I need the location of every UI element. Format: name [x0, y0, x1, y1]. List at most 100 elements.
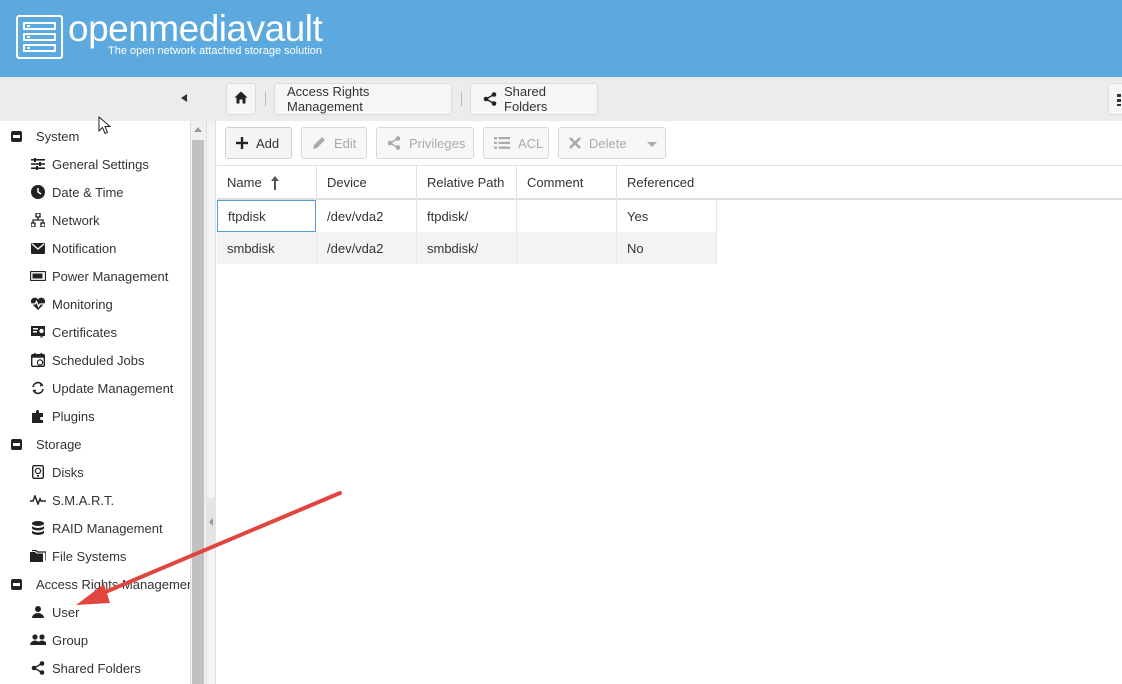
certificate-icon [30, 324, 46, 340]
column-header-label: Name [227, 175, 262, 190]
nav-item-certificates[interactable]: Certificates [30, 318, 117, 346]
nav-item-label: General Settings [52, 156, 149, 172]
edit-button[interactable]: Edit [301, 127, 367, 159]
nav-item-label: Plugins [52, 408, 95, 424]
pulse-icon [30, 492, 46, 508]
privileges-button-label: Privileges [409, 135, 466, 151]
nav-item-label: User [52, 604, 80, 620]
nav-item-monitoring[interactable]: Monitoring [30, 290, 113, 318]
home-button[interactable] [226, 83, 256, 115]
user-icon [30, 604, 46, 620]
users-icon [30, 632, 46, 648]
column-header-label: Comment [527, 175, 584, 190]
column-header-device[interactable]: Device [317, 165, 417, 200]
nav-item-update-management[interactable]: Update Management [30, 374, 173, 402]
nav-item-label: RAID Management [52, 520, 163, 536]
nav-item-label: File Systems [52, 548, 127, 564]
nav-item-shared-folders[interactable]: Shared Folders [30, 654, 141, 682]
cell-comment[interactable] [517, 232, 617, 264]
cell-name[interactable]: smbdisk [217, 232, 317, 264]
breadcrumb-separator [461, 92, 462, 106]
nav-item-label: Power Management [52, 268, 169, 284]
nav-item-raid-management[interactable]: RAID Management [30, 514, 163, 542]
plus-icon [236, 137, 248, 149]
share-icon [483, 92, 497, 106]
column-header-comment[interactable]: Comment [517, 165, 617, 200]
add-button-label: Add [256, 135, 280, 151]
brand-tagline: The open network attached storage soluti… [108, 45, 323, 57]
collapse-minus-icon[interactable] [8, 128, 24, 144]
nav-item-label: Group [52, 632, 89, 648]
nav-item-user[interactable]: User [30, 598, 79, 626]
folders-icon [30, 548, 46, 564]
nav-group-label: Storage [36, 436, 82, 452]
sort-ascending-icon [270, 175, 280, 190]
edit-button-label: Edit [334, 135, 357, 151]
sliders-icon [30, 156, 46, 172]
nav-group-access-rights[interactable]: Access Rights Management [8, 570, 190, 598]
nav-item-scheduled-jobs[interactable]: Scheduled Jobs [30, 346, 145, 374]
cell-device[interactable]: /dev/vda2 [317, 200, 417, 232]
column-header-relative-path[interactable]: Relative Path [417, 165, 517, 200]
cell-device[interactable]: /dev/vda2 [317, 232, 417, 264]
nav-item-disks[interactable]: Disks [30, 458, 84, 486]
breadcrumb-item-access-rights[interactable]: Access Rights Management [274, 83, 452, 115]
panel-splitter[interactable] [206, 121, 216, 684]
app-header: openmediavault The open network attached… [0, 0, 1122, 77]
column-header-name[interactable]: Name [217, 165, 317, 200]
nav-item-label: Scheduled Jobs [52, 352, 145, 368]
nav-group-storage[interactable]: Storage [8, 430, 82, 458]
scrollbar-thumb[interactable] [192, 140, 204, 684]
nav-item-general-settings[interactable]: General Settings [30, 150, 149, 178]
breadcrumb-separator [265, 92, 266, 106]
collapse-minus-icon[interactable] [8, 576, 24, 592]
nav-group-system[interactable]: System [8, 122, 79, 150]
nav-item-label: Shared Folders [52, 660, 141, 676]
share-icon [387, 136, 401, 150]
nav-item-date-time[interactable]: Date & Time [30, 178, 124, 206]
column-header-referenced[interactable]: Referenced [617, 165, 717, 200]
delete-dropdown-chevron-down-icon[interactable] [638, 127, 666, 159]
envelope-icon [30, 240, 46, 256]
nav-item-power-management[interactable]: Power Management [30, 262, 168, 290]
cell-relative-path[interactable]: ftpdisk/ [417, 200, 517, 232]
breadcrumb-label: Access Rights Management [287, 84, 370, 114]
nav-item-notification[interactable]: Notification [30, 234, 116, 262]
add-button[interactable]: Add [225, 127, 292, 159]
cell-referenced[interactable]: Yes [617, 200, 717, 232]
brand-name: openmediavault [68, 8, 323, 49]
nav-item-plugins[interactable]: Plugins [30, 402, 95, 430]
acl-button[interactable]: ACL [483, 127, 549, 159]
nav-item-label: Network [52, 212, 100, 228]
cell-referenced[interactable]: No [617, 232, 717, 264]
disk-icon [30, 464, 46, 480]
column-header-label: Device [327, 175, 367, 190]
nav-item-smart[interactable]: S.M.A.R.T. [30, 486, 114, 514]
nav-item-file-systems[interactable]: File Systems [30, 542, 126, 570]
nav-item-group[interactable]: Group [30, 626, 88, 654]
nav-item-label: Disks [52, 464, 84, 480]
nav-item-network[interactable]: Network [30, 206, 100, 234]
nav-item-label: Date & Time [52, 184, 124, 200]
more-menu-icon[interactable] [1108, 83, 1122, 115]
network-icon [30, 212, 46, 228]
nav-item-label: Update Management [52, 380, 174, 396]
nav-group-label: System [36, 128, 80, 144]
nav-item-label: Notification [52, 240, 117, 256]
collapse-minus-icon[interactable] [8, 436, 24, 452]
cell-relative-path[interactable]: smbdisk/ [417, 232, 517, 264]
privileges-button[interactable]: Privileges [376, 127, 474, 159]
cell-name[interactable]: ftpdisk [217, 200, 316, 232]
splitter-collapse-handle[interactable] [206, 498, 216, 548]
column-header-label: Referenced [627, 175, 695, 190]
cell-comment[interactable] [517, 200, 617, 232]
delete-button-label: Delete [589, 135, 627, 151]
breadcrumb-item-shared-folders[interactable]: Shared Folders [470, 83, 598, 115]
delete-button[interactable]: Delete [558, 127, 639, 159]
share-icon [30, 660, 46, 676]
clock-icon [30, 184, 46, 200]
collapse-sidebar-icon[interactable] [178, 91, 190, 105]
scroll-up-arrow-icon[interactable] [194, 127, 202, 132]
refresh-icon [30, 380, 46, 396]
pencil-icon [312, 136, 326, 150]
